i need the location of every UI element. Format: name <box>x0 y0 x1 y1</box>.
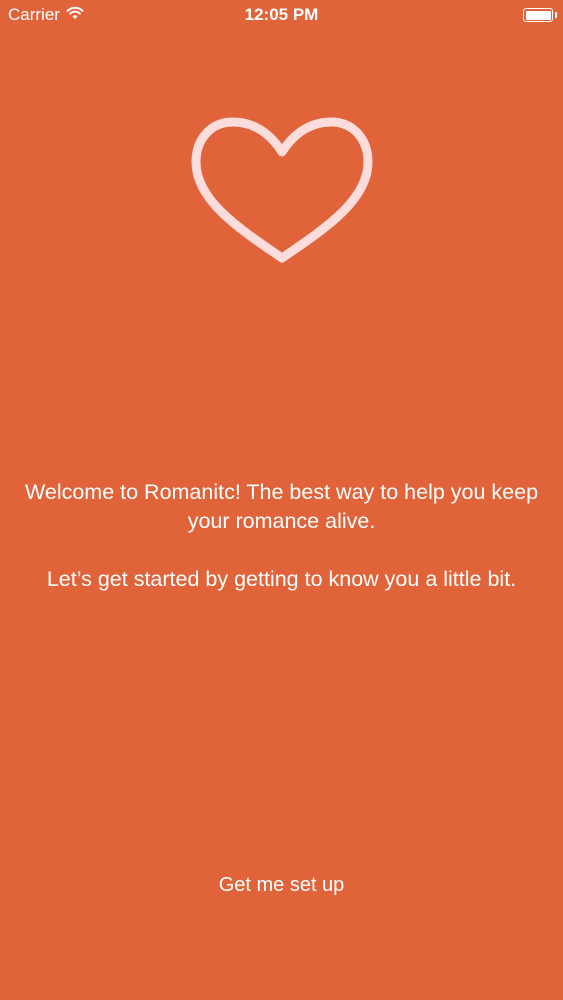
heart-outline-icon <box>188 112 376 268</box>
status-time: 12:05 PM <box>244 5 319 24</box>
status-bar: Carrier 12:05 PM <box>0 0 563 30</box>
battery-level-fill <box>525 10 551 20</box>
battery-icon <box>523 8 553 22</box>
getting-started-text: Let’s get started by getting to know you… <box>46 567 517 591</box>
welcome-text: Welcome to Romanitc! The best way to hel… <box>24 480 539 533</box>
get-me-set-up-button[interactable]: Get me set up <box>0 872 563 898</box>
welcome-message: Welcome to Romanitc! The best way to hel… <box>20 478 543 594</box>
battery-tip <box>554 12 557 18</box>
